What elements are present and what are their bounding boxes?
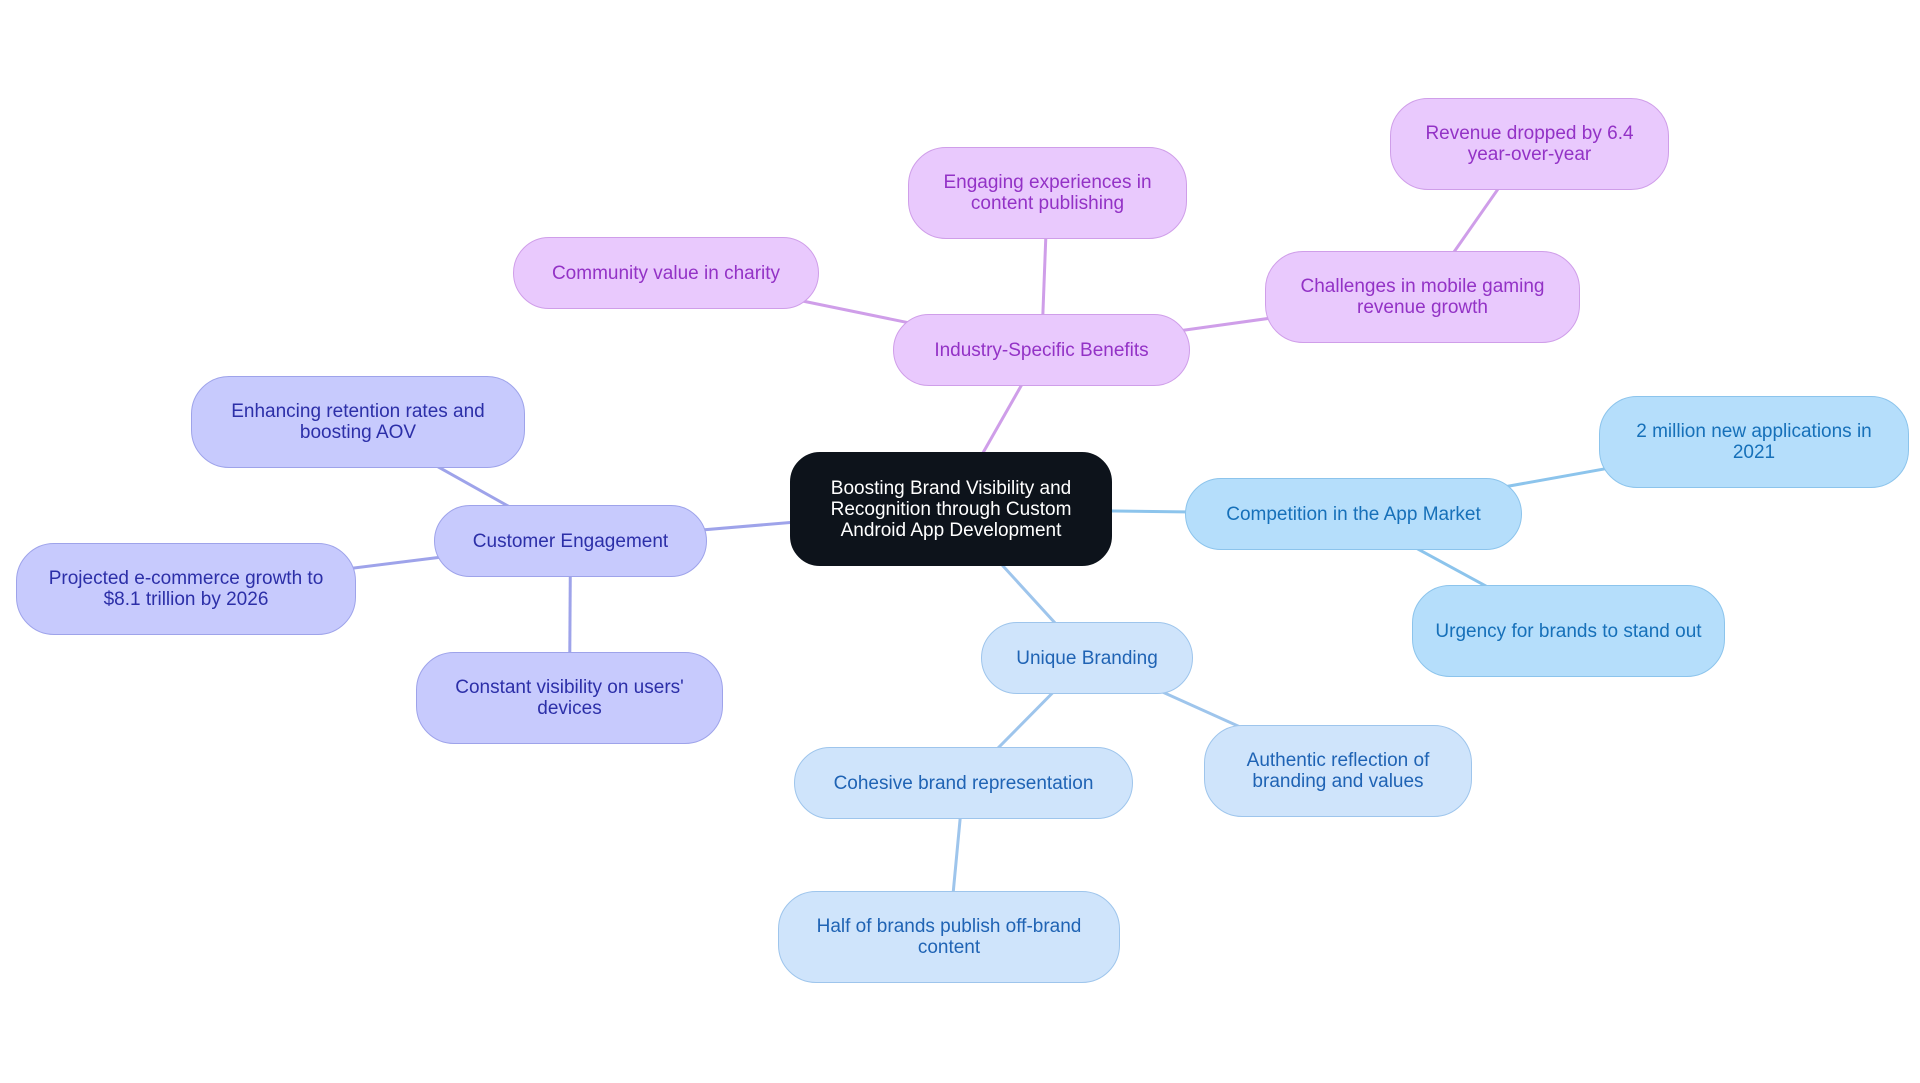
leaf-off-brand-content[interactable]: Half of brands publish off-brand content bbox=[778, 891, 1120, 983]
leaf-cohesive-brand-representation[interactable]: Cohesive brand representation bbox=[794, 747, 1133, 819]
leaf-constant-visibility[interactable]: Constant visibility on users' devices bbox=[416, 652, 723, 744]
branch-unique-branding[interactable]: Unique Branding bbox=[981, 622, 1193, 694]
branch-customer-engagement[interactable]: Customer Engagement bbox=[434, 505, 707, 577]
leaf-engaging-experiences[interactable]: Engaging experiences in content publishi… bbox=[908, 147, 1187, 239]
leaf-ecommerce-growth[interactable]: Projected e-commerce growth to $8.1 tril… bbox=[16, 543, 356, 635]
leaf-urgency-to-stand-out[interactable]: Urgency for brands to stand out bbox=[1412, 585, 1725, 677]
leaf-enhancing-retention[interactable]: Enhancing retention rates and boosting A… bbox=[191, 376, 525, 468]
leaf-authentic-reflection[interactable]: Authentic reflection of branding and val… bbox=[1204, 725, 1472, 817]
branch-competition-in-app-market[interactable]: Competition in the App Market bbox=[1185, 478, 1522, 550]
leaf-revenue-dropped[interactable]: Revenue dropped by 6.4 year-over-year bbox=[1390, 98, 1669, 190]
branch-industry-specific-benefits[interactable]: Industry-Specific Benefits bbox=[893, 314, 1190, 386]
leaf-community-value-in-charity[interactable]: Community value in charity bbox=[513, 237, 819, 309]
root-node[interactable]: Boosting Brand Visibility and Recognitio… bbox=[790, 452, 1112, 566]
leaf-mobile-gaming-challenges[interactable]: Challenges in mobile gaming revenue grow… bbox=[1265, 251, 1580, 343]
leaf-2-million-new-applications[interactable]: 2 million new applications in 2021 bbox=[1599, 396, 1909, 488]
